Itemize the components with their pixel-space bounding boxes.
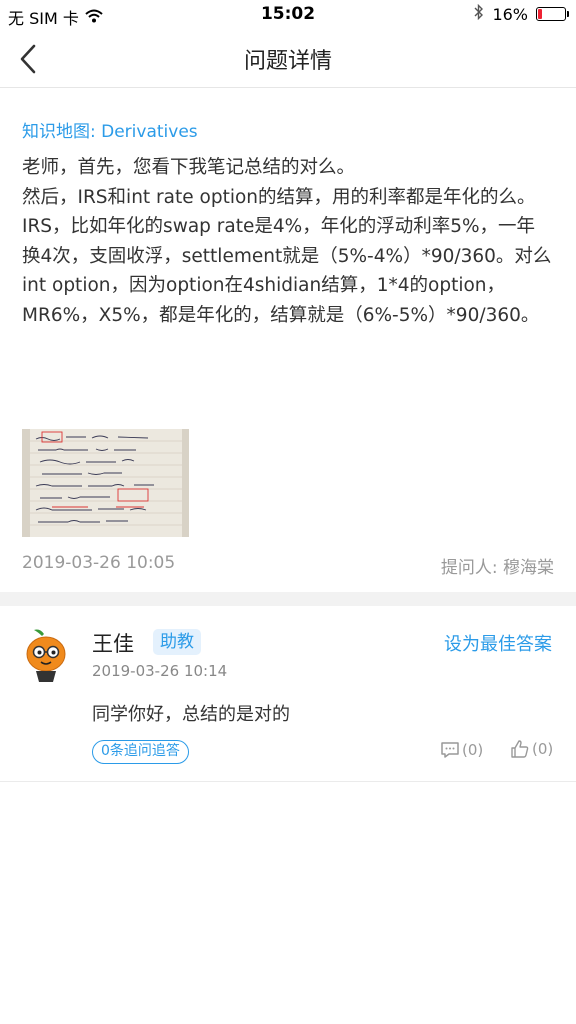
comment-icon bbox=[441, 742, 459, 758]
handwritten-notes-image bbox=[22, 429, 189, 537]
answer-text: 同学你好，总结的是对的 bbox=[92, 704, 290, 725]
thumbs-up-icon bbox=[511, 740, 529, 758]
set-best-answer-button[interactable]: 设为最佳答案 bbox=[444, 630, 552, 656]
battery-icon bbox=[536, 7, 569, 21]
comment-button[interactable]: (0) bbox=[440, 741, 483, 759]
battery-percent: 16% bbox=[492, 4, 528, 24]
bluetooth-icon bbox=[474, 3, 484, 24]
status-bar: 无 SIM 卡 15:02 16% bbox=[0, 0, 576, 30]
answer-date: 2019-03-26 10:14 bbox=[92, 662, 228, 680]
battery-level bbox=[538, 9, 542, 19]
answerer-name: 王佳 bbox=[92, 632, 134, 656]
teaching-assistant-badge: 助教 bbox=[153, 629, 201, 655]
question-line: 老师，首先，您看下我笔记总结的对么。 bbox=[22, 157, 356, 178]
nav-bar: 问题详情 bbox=[0, 30, 576, 88]
question-date: 2019-03-26 10:05 bbox=[22, 553, 176, 573]
question-image-thumbnail[interactable] bbox=[22, 429, 189, 537]
comment-count: (0) bbox=[462, 741, 484, 759]
question-section: 知识地图: Derivatives 老师，首先，您看下我笔记总结的对么。 然后，… bbox=[0, 89, 576, 591]
question-line: int option，因为option在4shidian结算，1*4的optio… bbox=[22, 275, 540, 326]
question-line: IRS，比如年化的swap rate是4%，年化的浮动利率5%，一年换4次，支固… bbox=[22, 216, 552, 267]
question-body: 老师，首先，您看下我笔记总结的对么。 然后，IRS和int rate optio… bbox=[22, 153, 552, 330]
section-divider bbox=[0, 592, 576, 606]
knowledge-map-link[interactable]: 知识地图: Derivatives bbox=[22, 117, 198, 142]
status-right: 16% bbox=[474, 3, 569, 24]
answer-item: 王佳 助教 设为最佳答案 2019-03-26 10:14 同学你好，总结的是对… bbox=[0, 606, 576, 782]
orange-mascot-avatar bbox=[26, 629, 66, 682]
followup-button[interactable]: 0条追问追答 bbox=[92, 740, 189, 764]
like-count: (0) bbox=[532, 740, 554, 758]
avatar[interactable] bbox=[22, 628, 70, 684]
like-button[interactable]: (0) bbox=[510, 739, 553, 759]
question-asker: 提问人: 穆海棠 bbox=[440, 558, 554, 578]
page-title: 问题详情 bbox=[243, 49, 332, 74]
question-line: 然后，IRS和int rate option的结算，用的利率都是年化的么。 bbox=[22, 186, 536, 208]
